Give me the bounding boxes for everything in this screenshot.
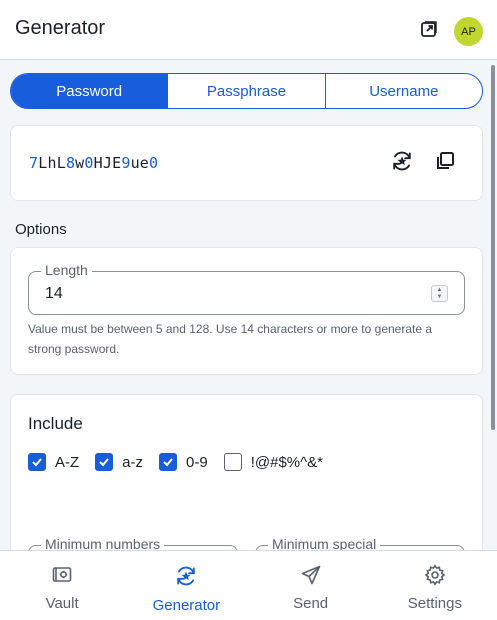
password-segment: 8 xyxy=(65,154,76,172)
uppercase-label: A-Z xyxy=(55,453,80,471)
lowercase-label: a-z xyxy=(122,453,144,471)
password-segment: LhL xyxy=(38,154,66,172)
send-icon xyxy=(300,564,322,595)
nav-vault[interactable]: Vault xyxy=(0,551,124,620)
nav-settings-label: Settings xyxy=(407,595,462,612)
include-card: Include A-Z a-z 0-9 !@#$%^&* Minimum num… xyxy=(10,394,483,550)
regenerate-icon xyxy=(390,149,414,178)
length-hint: Value must be between 5 and 128. Use 14 … xyxy=(28,322,433,356)
nav-settings[interactable]: Settings xyxy=(373,551,497,620)
generator-type-toggle: Password Passphrase Username xyxy=(10,73,483,109)
lowercase-checkbox[interactable] xyxy=(95,453,114,471)
length-field[interactable]: Length 14 ▲ ▼ xyxy=(28,262,465,315)
password-segment: 0 xyxy=(84,154,94,172)
length-card: Length 14 ▲ ▼ Value must be between 5 and… xyxy=(10,247,483,375)
regenerate-button[interactable] xyxy=(389,150,415,176)
nav-generator[interactable]: Generator xyxy=(124,551,248,620)
app-header: Generator AP xyxy=(0,0,497,60)
include-checkbox-row: A-Z a-z 0-9 !@#$%^&* xyxy=(28,453,339,471)
copy-icon xyxy=(434,150,456,177)
tab-passphrase[interactable]: Passphrase xyxy=(167,74,324,108)
include-title: Include xyxy=(28,414,83,433)
password-segment: ue xyxy=(130,154,150,172)
special-checkbox[interactable] xyxy=(223,453,242,471)
numbers-checkbox[interactable] xyxy=(159,453,178,471)
nav-send-label: Send xyxy=(293,595,329,612)
password-segment: 0 xyxy=(149,154,159,172)
vault-icon xyxy=(51,564,73,595)
nav-generator-label: Generator xyxy=(152,597,221,614)
uppercase-checkbox[interactable] xyxy=(28,453,46,471)
generated-password: 7LhL8w0HJE9ue0 xyxy=(29,154,158,172)
popout-icon[interactable] xyxy=(419,19,439,39)
nav-vault-label: Vault xyxy=(45,595,79,612)
min-special-label: Minimum special xyxy=(268,536,381,550)
password-segment: 7 xyxy=(29,154,39,172)
nav-send[interactable]: Send xyxy=(249,551,373,620)
length-label: Length xyxy=(41,262,92,278)
page-title: Generator xyxy=(15,17,106,39)
min-numbers-label: Minimum numbers xyxy=(41,536,165,550)
avatar[interactable]: AP xyxy=(454,17,483,46)
generated-password-card: 7LhL8w0HJE9ue0 xyxy=(10,125,483,201)
password-segment: 9 xyxy=(121,154,131,172)
options-section-label: Options xyxy=(15,221,67,238)
scrollbar[interactable] xyxy=(491,65,495,430)
tab-username[interactable]: Username xyxy=(324,74,482,108)
numbers-label: 0-9 xyxy=(186,453,208,471)
gear-icon xyxy=(424,564,446,595)
length-stepper[interactable]: ▲ ▼ xyxy=(431,285,448,302)
generator-icon xyxy=(174,564,198,597)
special-label: !@#$%^&* xyxy=(250,453,324,471)
bottom-nav: Vault Generator Send Settings xyxy=(0,550,497,620)
content-scroll-area[interactable]: Password Passphrase Username 7LhL8w0HJE9… xyxy=(0,61,497,550)
copy-password-button[interactable] xyxy=(432,150,458,176)
tab-password[interactable]: Password xyxy=(11,74,168,108)
password-segment: HJE xyxy=(93,154,122,172)
length-value: 14 xyxy=(45,285,63,302)
